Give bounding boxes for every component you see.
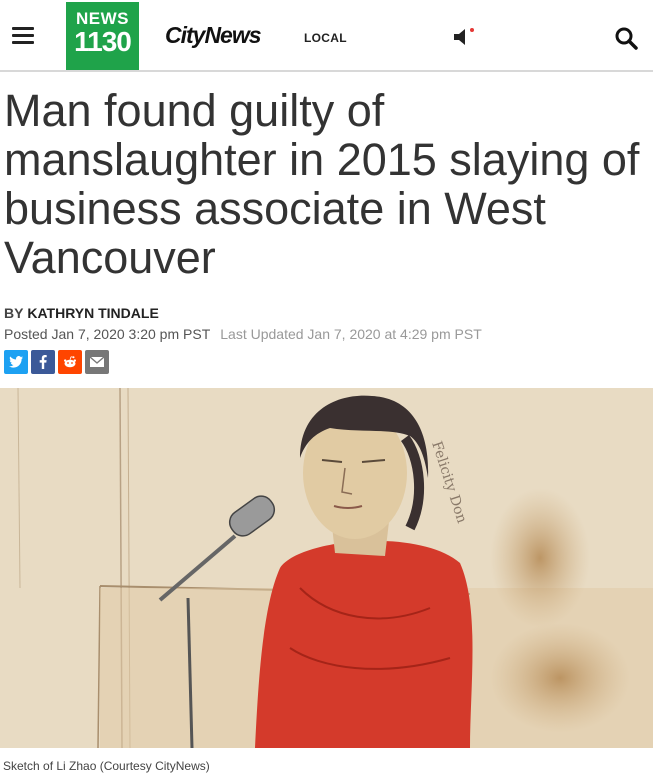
by-label: BY — [4, 305, 24, 321]
facebook-icon[interactable] — [31, 350, 55, 374]
email-icon[interactable] — [85, 350, 109, 374]
article-headline: Man found guilty of manslaughter in 2015… — [4, 85, 640, 283]
site-header: NEWS 1130 CityNews LOCAL — [0, 0, 653, 72]
reddit-icon[interactable] — [58, 350, 82, 374]
twitter-icon[interactable] — [4, 350, 28, 374]
article-dates: Posted Jan 7, 2020 3:20 pm PST Last Updat… — [4, 326, 482, 342]
updated-date: Last Updated Jan 7, 2020 at 4:29 pm PST — [220, 326, 482, 342]
news1130-logo[interactable]: NEWS 1130 — [66, 2, 139, 70]
logo-bottom-text: 1130 — [74, 26, 132, 57]
author-link[interactable]: KATHRYN TINDALE — [27, 305, 158, 321]
nav-local-link[interactable]: LOCAL — [304, 31, 347, 45]
share-bar — [4, 350, 109, 374]
hamburger-menu-icon[interactable] — [12, 27, 34, 45]
image-caption: Sketch of Li Zhao (Courtesy CityNews) — [3, 759, 210, 773]
courtroom-sketch-image: Felicity Don — [0, 388, 653, 748]
posted-date: Posted Jan 7, 2020 3:20 pm PST — [4, 326, 211, 342]
byline: BY KATHRYN TINDALE — [4, 305, 159, 321]
citynews-brand[interactable]: CityNews — [165, 22, 262, 49]
speaker-icon[interactable] — [452, 26, 476, 48]
search-icon[interactable] — [614, 26, 638, 50]
